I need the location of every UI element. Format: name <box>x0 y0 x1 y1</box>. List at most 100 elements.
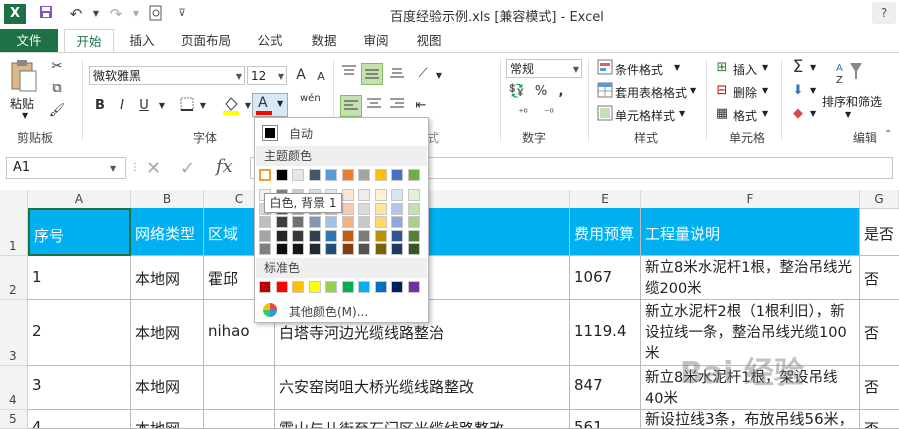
cancel-icon[interactable]: ✕ <box>146 158 161 179</box>
column-header-f[interactable]: F <box>641 190 860 208</box>
standard-color-swatch[interactable] <box>308 281 321 293</box>
conditional-format-icon[interactable] <box>596 59 614 77</box>
theme-shade-swatch[interactable] <box>358 243 370 255</box>
collapse-ribbon-icon[interactable]: ⌃ <box>884 129 892 140</box>
theme-shade-swatch[interactable] <box>341 229 354 242</box>
theme-color-swatch[interactable] <box>391 169 403 181</box>
cell-b5[interactable]: 本地网 <box>131 410 204 429</box>
chevron-down-icon[interactable]: ▼ <box>762 86 768 95</box>
format-cells-button[interactable]: 格式 <box>733 107 757 124</box>
cell-a4[interactable]: 3 <box>28 366 131 410</box>
cell-d5[interactable]: 霍山与儿街至石门区光缆线路整改 <box>275 410 570 429</box>
more-colors-option[interactable]: 其他颜色(M)... <box>259 300 424 320</box>
paste-icon[interactable] <box>8 59 38 95</box>
italic-button[interactable]: I <box>113 97 131 115</box>
sort-filter-button[interactable]: 排序和筛选 <box>822 93 882 110</box>
chevron-down-icon[interactable]: ▼ <box>810 109 816 118</box>
cell-b2[interactable]: 本地网 <box>131 256 204 300</box>
theme-shade-swatch[interactable] <box>325 243 337 255</box>
row-header-2[interactable]: 2 <box>0 256 28 300</box>
theme-shade-swatch[interactable] <box>259 229 271 242</box>
chevron-down-icon[interactable]: ▼ <box>810 63 816 72</box>
cell-a5[interactable]: 4 <box>28 410 131 429</box>
theme-shade-swatch[interactable] <box>275 216 288 228</box>
cell-f5[interactable]: 新设拉线3条，布放吊线56米， <box>641 410 860 429</box>
theme-color-swatch[interactable] <box>407 169 420 181</box>
align-right-icon[interactable] <box>388 97 406 115</box>
theme-shade-swatch[interactable] <box>374 243 387 255</box>
copy-icon[interactable]: ⧉ <box>48 80 66 98</box>
borders-dropdown-icon[interactable]: ▼ <box>194 97 212 115</box>
cell-f2[interactable]: 新立8米水泥杆1根，整治吊线光缆200米 <box>641 256 860 300</box>
print-preview-icon[interactable] <box>146 5 166 23</box>
theme-shade-swatch[interactable] <box>292 243 304 255</box>
standard-color-swatch[interactable] <box>407 281 420 293</box>
cell-c4[interactable] <box>204 366 275 410</box>
name-box[interactable]: A1 <box>6 157 126 179</box>
name-box-dropdown-icon[interactable]: ▼ <box>110 164 116 173</box>
delete-cells-button[interactable]: 删除 <box>733 84 757 101</box>
paste-dropdown-icon[interactable]: ▼ <box>22 111 28 120</box>
cell-b1[interactable]: 网络类型 <box>131 208 204 256</box>
increase-decimal-icon[interactable]: ⁺⁰ <box>514 105 532 123</box>
theme-shade-swatch[interactable] <box>374 229 387 242</box>
help-button[interactable]: ? <box>872 2 896 24</box>
theme-shade-swatch[interactable] <box>358 189 370 201</box>
theme-shade-swatch[interactable] <box>407 216 420 228</box>
theme-shade-swatch[interactable] <box>391 216 403 228</box>
tab-view[interactable]: 视图 <box>411 29 447 52</box>
cell-styles-button[interactable]: 单元格样式 <box>615 107 675 124</box>
align-center-icon[interactable] <box>365 97 383 115</box>
cell-g4[interactable]: 否 <box>860 366 899 410</box>
decrease-decimal-icon[interactable]: ⁻⁰ <box>540 105 558 123</box>
standard-color-swatch[interactable] <box>341 281 354 293</box>
bold-button[interactable]: B <box>91 97 109 115</box>
standard-color-swatch[interactable] <box>325 281 337 293</box>
theme-shade-swatch[interactable] <box>407 189 420 201</box>
theme-color-swatch[interactable] <box>325 169 337 181</box>
theme-shade-swatch[interactable] <box>341 243 354 255</box>
select-all-corner[interactable] <box>0 190 28 208</box>
format-as-table-button[interactable]: 套用表格格式 <box>615 84 687 101</box>
align-left-icon[interactable] <box>340 95 362 117</box>
theme-shade-swatch[interactable] <box>374 216 387 228</box>
phonetic-icon[interactable]: wén <box>300 93 321 104</box>
theme-color-swatch[interactable] <box>341 169 354 181</box>
cell-b4[interactable]: 本地网 <box>131 366 204 410</box>
theme-shade-swatch[interactable] <box>358 229 370 242</box>
cell-a3[interactable]: 2 <box>28 300 131 366</box>
cell-g2[interactable]: 否 <box>860 256 899 300</box>
format-painter-icon[interactable]: 🖌 <box>48 102 66 120</box>
column-header-b[interactable]: B <box>131 190 204 208</box>
standard-color-swatch[interactable] <box>259 281 271 293</box>
chevron-down-icon[interactable]: ▼ <box>762 63 768 72</box>
theme-shade-swatch[interactable] <box>308 243 321 255</box>
standard-color-swatch[interactable] <box>275 281 288 293</box>
chevron-down-icon[interactable]: ▼ <box>810 86 816 95</box>
cell-e2[interactable]: 1067 <box>570 256 641 300</box>
row-header-1[interactable]: 1 <box>0 208 28 256</box>
fill-color-icon[interactable] <box>222 95 240 115</box>
orientation-dropdown-icon[interactable]: ▼ <box>430 67 448 85</box>
shrink-font-icon[interactable]: A <box>312 68 330 86</box>
cell-f1[interactable]: 工程量说明 <box>641 208 860 256</box>
theme-shade-swatch[interactable] <box>341 216 354 228</box>
insert-cells-button[interactable]: 插入 <box>733 61 757 78</box>
undo-icon[interactable]: ↶ <box>66 5 86 23</box>
standard-color-swatch[interactable] <box>358 281 370 293</box>
undo-dropdown-icon[interactable]: ▼ <box>86 5 106 23</box>
insert-cells-icon[interactable]: ⊞ <box>713 59 731 77</box>
chevron-down-icon[interactable]: ▼ <box>690 86 696 95</box>
theme-shade-swatch[interactable] <box>358 216 370 228</box>
cell-g5[interactable]: 否 <box>860 410 899 429</box>
theme-shade-swatch[interactable] <box>308 229 321 242</box>
theme-color-swatch[interactable] <box>259 169 271 181</box>
underline-dropdown-icon[interactable]: ▼ <box>153 97 171 115</box>
standard-color-swatch[interactable] <box>374 281 387 293</box>
tab-review[interactable]: 审阅 <box>358 29 394 52</box>
format-cells-icon[interactable]: ▦ <box>713 105 731 123</box>
cell-g1[interactable]: 是否 <box>860 208 899 256</box>
save-icon[interactable] <box>36 5 56 23</box>
redo-icon[interactable]: ↷ <box>106 5 126 23</box>
customize-qat-icon[interactable]: ⊽ <box>172 5 192 23</box>
